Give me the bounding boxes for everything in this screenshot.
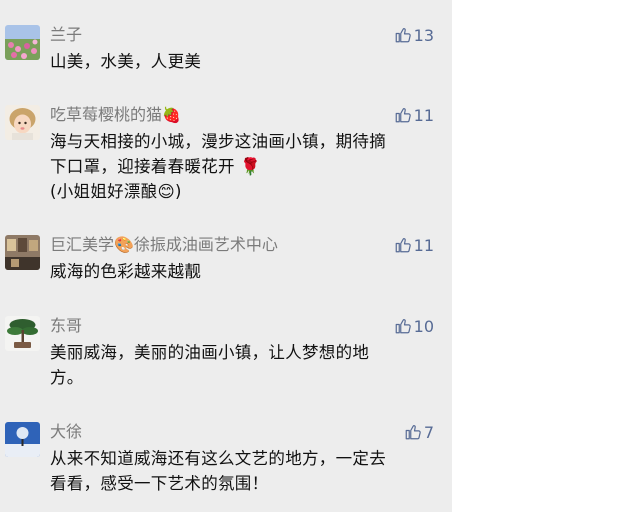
comment-author[interactable]: 大徐 [50,422,82,442]
avatar-winter-tree-image [5,422,40,457]
comment-text-line: 山美，水美，人更美 [50,52,202,71]
like-button[interactable]: 10 [394,316,434,336]
comment-author[interactable]: 吃草莓樱桃的猫🍓 [50,105,181,125]
comment-text-line: (小姐姐好漂酿😊) [50,182,182,201]
comment-author[interactable]: 东哥 [50,316,82,336]
like-count: 11 [413,235,434,255]
comment-text-line: 美丽威海，美丽的油画小镇，让人梦想的地 [50,343,370,362]
avatar[interactable] [5,105,40,140]
comments-panel: 兰子 13 山美，水美，人更美 吃草莓樱桃的猫🍓 11 海与天相接的小城，漫步这… [0,0,452,512]
comment-author[interactable]: 兰子 [50,25,82,45]
like-count: 10 [413,316,434,336]
comment-author[interactable]: 巨汇美学🎨徐振成油画艺术中心 [50,235,278,255]
like-button[interactable]: 7 [404,422,434,442]
comment-text-line: 方。 [50,368,84,387]
avatar[interactable] [5,235,40,270]
comment-text: 从来不知道威海还有这么文艺的地方，一定去 看看，感受一下艺术的氛围！ [50,446,432,496]
comment-text: 海与天相接的小城，漫步这油画小镇，期待摘 下口罩，迎接着春暖花开 🌹 (小姐姐好… [50,129,432,204]
thumbs-up-icon [405,425,421,440]
avatar-bonsai-image [5,316,40,351]
like-count: 7 [423,422,434,442]
comment-author-name: 吃草莓樱桃的猫 [50,105,163,124]
avatar[interactable] [5,316,40,351]
like-button[interactable]: 13 [394,25,434,45]
comment-text: 山美，水美，人更美 [50,49,432,74]
comment-text-line: 看看，感受一下艺术的氛围！ [50,474,269,493]
thumbs-up-icon [395,319,411,334]
like-button[interactable]: 11 [394,105,434,125]
avatar-gallery-image [5,235,40,270]
comment-text-line: 海与天相接的小城，漫步这油画小镇，期待摘 [50,132,386,151]
avatar[interactable] [5,25,40,60]
like-button[interactable]: 11 [394,235,434,255]
thumbs-up-icon [395,28,411,43]
strawberry-icon: 🍓 [162,106,181,124]
comment-text-line: 从来不知道威海还有这么文艺的地方，一定去 [50,449,386,468]
avatar-girl-image [5,105,40,140]
like-count: 11 [413,105,434,125]
comment-text: 美丽威海，美丽的油画小镇，让人梦想的地 方。 [50,340,432,390]
thumbs-up-icon [395,108,411,123]
thumbs-up-icon [395,238,411,253]
comment-text: 威海的色彩越来越靓 [50,259,432,284]
avatar-flowers-image [5,25,40,60]
comment-text-line: 下口罩，迎接着春暖花开 🌹 [50,157,262,176]
like-count: 13 [413,25,434,45]
avatar[interactable] [5,422,40,457]
comment-text-line: 威海的色彩越来越靓 [50,262,202,281]
